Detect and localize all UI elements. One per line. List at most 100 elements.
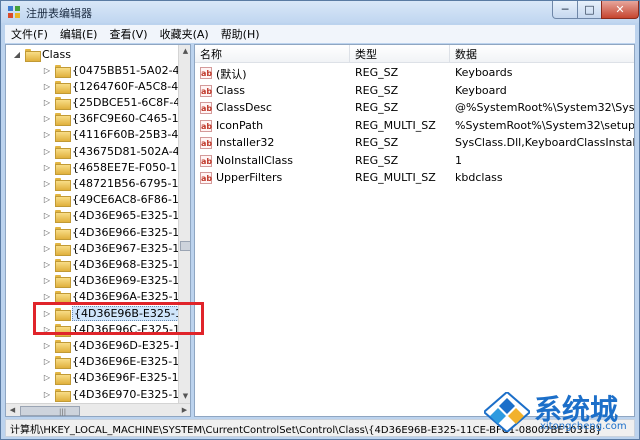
- tree-item[interactable]: ▷ {43675D81-502A-4A82: [42, 143, 191, 159]
- expand-arrow-icon[interactable]: ▷: [42, 195, 52, 204]
- expand-arrow-icon[interactable]: ▷: [42, 390, 52, 399]
- value-data: @%SystemRoot%\System32\SysClass: [455, 101, 635, 114]
- folder-icon: [55, 80, 71, 94]
- menu-edit[interactable]: 编辑(E): [54, 26, 104, 42]
- tree-item-label: {49CE6AC8-6F86-11D2: [72, 193, 191, 207]
- tree-item[interactable]: ▷ {1264760F-A5C8-4BFE-: [42, 78, 190, 94]
- tree-item[interactable]: ▷ {25DBCE51-6C8F-4A72: [42, 94, 190, 110]
- tree-item[interactable]: ▷ {0475BB51-5A02-4EE0: [42, 62, 191, 78]
- value-name: Class: [216, 83, 245, 97]
- value-name: UpperFilters: [216, 171, 283, 184]
- menu-view[interactable]: 查看(V): [103, 26, 153, 42]
- title-bar[interactable]: 注册表编辑器 ─ □ ✕: [1, 1, 639, 23]
- menu-help[interactable]: 帮助(H): [215, 26, 266, 42]
- collapse-arrow-icon[interactable]: ◢: [12, 50, 22, 59]
- tree-item[interactable]: ▷ {4116F60B-25B3-4662: [42, 127, 190, 143]
- value-row[interactable]: ab Installer32 REG_SZ SysClass.Dll,Keyboard…: [195, 134, 635, 152]
- column-header-name[interactable]: 名称: [195, 45, 350, 63]
- expand-arrow-icon[interactable]: ▷: [42, 341, 52, 350]
- value-row[interactable]: ab UpperFilters REG_MULTI_SZ kbdclass: [195, 169, 634, 187]
- expand-arrow-icon[interactable]: ▷: [42, 292, 52, 301]
- column-header-type[interactable]: 类型: [350, 45, 450, 63]
- values-list-pane[interactable]: 名称 类型 数据 ab (默认) REG_SZ Keyboards ab Class REG…: [194, 44, 635, 417]
- expand-arrow-icon[interactable]: ▷: [42, 244, 52, 253]
- tree-item[interactable]: ▷ {4D36E965-E325-11CE: [42, 208, 191, 224]
- value-row[interactable]: ab Class REG_SZ Keyboard: [195, 82, 634, 100]
- expand-arrow-icon[interactable]: ▷: [42, 147, 52, 156]
- tree-item-label: {36FC9E60-C465-11CF: [72, 112, 191, 126]
- menu-file[interactable]: 文件(F): [5, 26, 54, 42]
- scroll-left-arrow-icon[interactable]: ◀: [6, 404, 19, 416]
- folder-icon: [55, 145, 71, 159]
- value-type: REG_SZ: [355, 83, 399, 97]
- folder-icon: [55, 64, 71, 78]
- tree-item[interactable]: ▷ {4D36E967-E325-11CE: [42, 240, 190, 256]
- tree-item[interactable]: ▷ {36FC9E60-C465-11CF: [42, 111, 191, 127]
- tree-item-label: {4D36E96F-E325-11CE: [72, 371, 191, 385]
- value-data: SysClass.Dll,KeyboardClassInstaller: [455, 136, 635, 149]
- tree-item[interactable]: ▷ {4658EE7E-F050-11D1-: [42, 159, 190, 175]
- tree-item[interactable]: ▷ {4D36E969-E325-11CE: [42, 273, 190, 289]
- value-type: REG_SZ: [355, 153, 399, 167]
- key-tree-pane[interactable]: ◢ Class ▷ {0475BB51-5A02-4EE0 ▷ {1264760F-A…: [5, 44, 191, 417]
- expand-arrow-icon[interactable]: ▷: [42, 114, 52, 123]
- value-type: REG_SZ: [355, 136, 399, 149]
- expand-arrow-icon[interactable]: ▷: [42, 276, 52, 285]
- minimize-button[interactable]: ─: [552, 1, 578, 19]
- tree-item[interactable]: ▷ {4D36E970-E325-11CE: [42, 386, 190, 402]
- selection-highlight-box: [33, 302, 204, 335]
- tree-item-label: {4D36E96D-E325-11CE: [72, 338, 191, 352]
- tree-item[interactable]: ▷ {4D36E966-E325-11CE: [42, 224, 190, 240]
- folder-icon: [55, 129, 71, 143]
- tree-item[interactable]: ▷ {4D36E968-E325-11CE: [42, 256, 190, 272]
- tree-horizontal-scrollbar[interactable]: ◀ ||| ▶: [6, 403, 190, 416]
- folder-icon: [55, 161, 71, 175]
- string-value-icon: ab: [200, 84, 213, 97]
- folder-icon: [55, 113, 71, 127]
- value-type: REG_MULTI_SZ: [355, 118, 436, 132]
- tree-item[interactable]: ▷ {4D36E96F-E325-11CE: [42, 370, 191, 386]
- expand-arrow-icon[interactable]: ▷: [42, 373, 52, 382]
- close-button[interactable]: ✕: [601, 1, 639, 19]
- expand-arrow-icon[interactable]: ▷: [42, 228, 52, 237]
- expand-arrow-icon[interactable]: ▷: [42, 179, 52, 188]
- value-data: %SystemRoot%\System32\setupapi.c: [455, 118, 635, 132]
- folder-icon: [55, 96, 71, 110]
- value-row[interactable]: ab (默认) REG_SZ Keyboards: [195, 64, 634, 82]
- expand-arrow-icon[interactable]: ▷: [42, 66, 52, 75]
- scroll-right-arrow-icon[interactable]: ▶: [178, 404, 190, 416]
- column-header-data[interactable]: 数据: [450, 45, 634, 63]
- tree-root-class[interactable]: ◢ Class: [12, 46, 71, 62]
- tree-item[interactable]: ▷ {4D36E96E-E325-11CE: [42, 354, 190, 370]
- expand-arrow-icon[interactable]: ▷: [42, 163, 52, 172]
- value-row[interactable]: ab NoInstallClass REG_SZ 1: [195, 152, 634, 170]
- string-value-icon: ab: [200, 172, 213, 184]
- expand-arrow-icon[interactable]: ▷: [42, 357, 52, 366]
- scroll-down-arrow-icon[interactable]: ▼: [179, 390, 190, 403]
- tree-item-label: {0475BB51-5A02-4EE0: [72, 63, 191, 77]
- value-type: REG_SZ: [355, 66, 399, 79]
- expand-arrow-icon[interactable]: ▷: [42, 260, 52, 269]
- folder-icon: [55, 194, 71, 208]
- folder-icon: [55, 242, 71, 256]
- folder-open-icon: [25, 48, 41, 62]
- tree-item-label: {4D36E965-E325-11CE: [72, 209, 191, 223]
- folder-icon: [55, 177, 71, 191]
- expand-arrow-icon[interactable]: ▷: [42, 98, 52, 107]
- value-row[interactable]: ab ClassDesc REG_SZ @%SystemRoot%\System32\…: [195, 99, 635, 117]
- value-row[interactable]: ab IconPath REG_MULTI_SZ %SystemRoot%\Syste…: [195, 117, 635, 135]
- expand-arrow-icon[interactable]: ▷: [42, 130, 52, 139]
- expand-arrow-icon[interactable]: ▷: [42, 82, 52, 91]
- tree-item-label: {43675D81-502A-4A82: [72, 144, 191, 158]
- vertical-scroll-thumb[interactable]: [180, 241, 190, 251]
- tree-item[interactable]: ▷ {49CE6AC8-6F86-11D2: [42, 192, 191, 208]
- menu-favorites[interactable]: 收藏夹(A): [154, 26, 215, 42]
- maximize-button[interactable]: □: [577, 1, 602, 19]
- tree-item[interactable]: ▷ {4D36E96D-E325-11CE: [42, 337, 191, 353]
- scroll-up-arrow-icon[interactable]: ▲: [179, 45, 190, 58]
- expand-arrow-icon[interactable]: ▷: [42, 211, 52, 220]
- horizontal-scroll-thumb[interactable]: |||: [20, 406, 80, 416]
- tree-vertical-scrollbar[interactable]: ▲ ▼: [178, 45, 190, 403]
- tree-item[interactable]: ▷ {48721B56-6795-11D2: [42, 175, 190, 191]
- string-value-icon: ab: [200, 154, 213, 167]
